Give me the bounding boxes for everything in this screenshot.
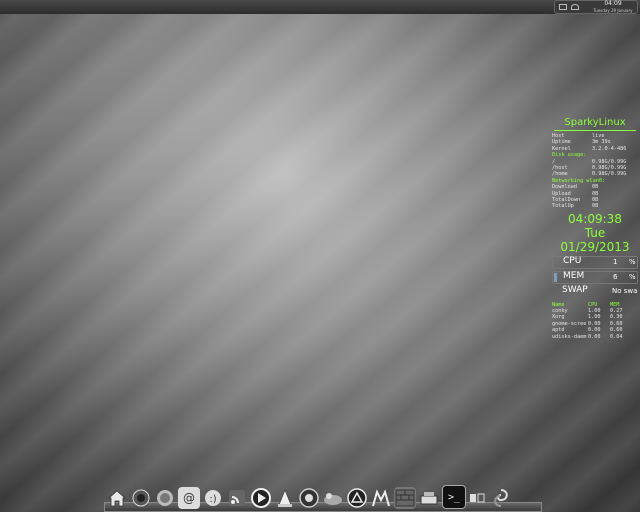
conky-title: SparkyLinux (564, 117, 626, 128)
network-icon[interactable] (571, 4, 579, 10)
process-row: udisks-daem 0.00 0.04 (552, 333, 623, 340)
mem-fill (554, 272, 557, 282)
chat-icon[interactable]: :) (202, 487, 224, 509)
firefox-icon[interactable] (298, 487, 320, 509)
process-table: Name CPU MEM conky 1.00 0.27 Xorg 1.00 0.30 gn… (552, 302, 638, 340)
swirl-icon[interactable] (490, 487, 512, 509)
rss-icon[interactable] (226, 487, 248, 509)
system-tray: 04:09 Tuesday 29 January (554, 0, 638, 14)
home-icon[interactable] (106, 487, 128, 509)
media-player-icon[interactable] (250, 487, 272, 509)
mem-meter: MEM 6 % (552, 270, 638, 284)
top-panel: 04:09 Tuesday 29 January (0, 0, 640, 14)
vlc-icon[interactable] (274, 487, 296, 509)
conky-day: Tue (584, 225, 606, 240)
cpu-meter: CPU 1 % (552, 255, 638, 269)
panel-date: Tuesday 29 January (593, 8, 633, 13)
mail-icon[interactable] (154, 487, 176, 509)
swap-meter: SWAP No swap (562, 284, 638, 295)
conky-divider (554, 130, 636, 131)
email-at-icon[interactable]: @ (178, 487, 200, 509)
svg-text::): :) (209, 494, 216, 505)
gimp-icon[interactable] (322, 487, 344, 509)
conky-widget: SparkyLinux Host live Uptime 3m 39s Kernel… (552, 116, 638, 340)
inkscape-icon[interactable] (346, 487, 368, 509)
conky-time: 04:09:38 (568, 211, 622, 226)
terminal-bars-icon[interactable] (370, 487, 392, 509)
dock: @ :) >_ (104, 482, 542, 512)
browser-icon[interactable] (130, 487, 152, 509)
conky-date: 01/29/2013 (560, 239, 630, 254)
panel-clock[interactable]: 04:09 (589, 1, 637, 7)
settings-icon[interactable] (466, 487, 488, 509)
system-icon[interactable] (418, 487, 440, 509)
brick-wall-icon[interactable] (394, 487, 416, 509)
window-switcher-icon[interactable] (559, 4, 567, 10)
net-row: TotalUp 0B (552, 203, 599, 210)
terminal-icon[interactable]: >_ (442, 485, 466, 509)
